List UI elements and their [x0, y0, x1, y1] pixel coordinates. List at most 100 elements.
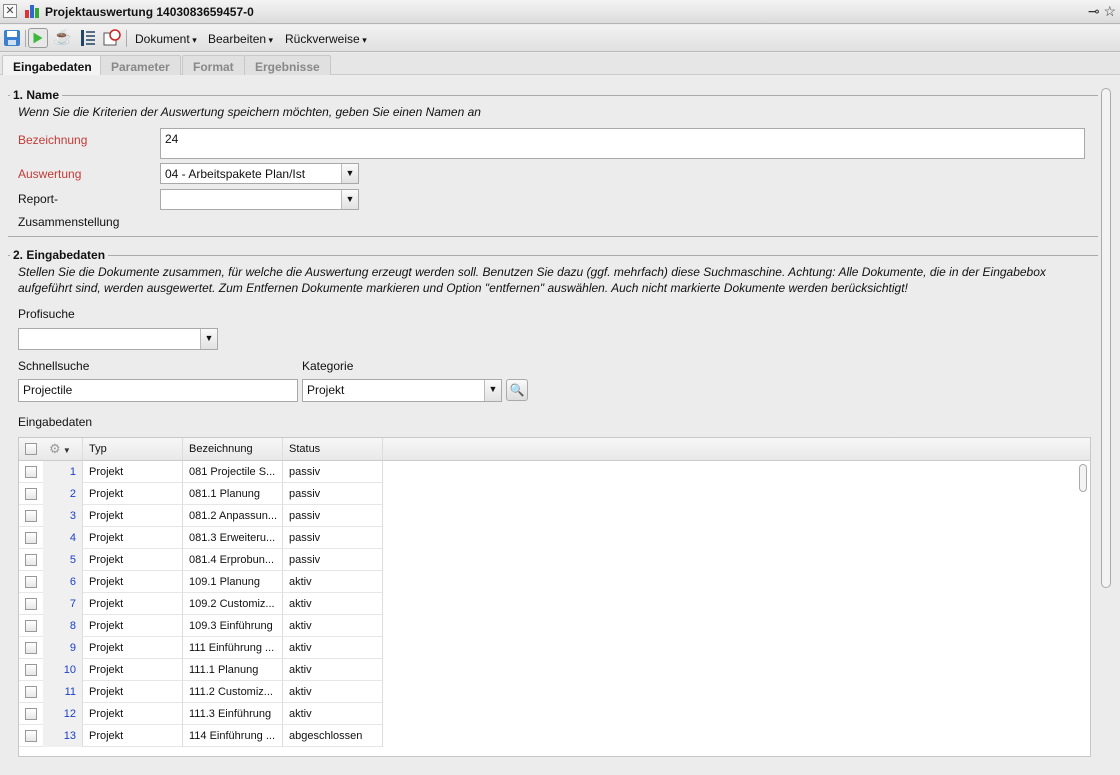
schnellsuche-label: Schnellsuche	[18, 359, 90, 373]
save-icon[interactable]	[2, 28, 22, 48]
profisuche-label: Profisuche	[18, 307, 75, 321]
pin-icon[interactable]: ⊸	[1088, 3, 1100, 19]
row-checkbox[interactable]	[25, 620, 37, 632]
cell-bezeichnung: 081.1 Planung	[183, 483, 283, 505]
cell-bezeichnung: 111.2 Customiz...	[183, 681, 283, 703]
calendar-clock-icon[interactable]	[102, 28, 122, 48]
cell-bezeichnung: 081.3 Erweiteru...	[183, 527, 283, 549]
tab-format[interactable]: Format	[182, 55, 245, 76]
menu-bearbeiten[interactable]: Bearbeiten	[208, 32, 273, 46]
column-typ[interactable]: Typ	[83, 438, 183, 460]
main-scrollbar[interactable]	[1100, 88, 1112, 751]
row-number: 11	[43, 681, 83, 703]
row-checkbox[interactable]	[25, 488, 37, 500]
coffee-icon[interactable]: ☕	[53, 28, 73, 48]
section-name-legend: 1. Name	[10, 88, 63, 102]
row-checkbox[interactable]	[25, 686, 37, 698]
cell-status: aktiv	[283, 681, 383, 703]
row-number: 2	[43, 483, 83, 505]
row-checkbox[interactable]	[25, 708, 37, 720]
row-checkbox[interactable]	[25, 510, 37, 522]
cell-bezeichnung: 109.3 Einführung	[183, 615, 283, 637]
report-select[interactable]: ▼	[160, 189, 359, 210]
cell-typ: Projekt	[83, 527, 183, 549]
cell-status: passiv	[283, 461, 383, 483]
row-checkbox[interactable]	[25, 598, 37, 610]
row-checkbox[interactable]	[25, 730, 37, 742]
cell-typ: Projekt	[83, 703, 183, 725]
table-row[interactable]: 2 Projekt 081.1 Planung passiv	[19, 483, 383, 505]
row-checkbox[interactable]	[25, 576, 37, 588]
tab-bar: Eingabedaten Parameter Format Ergebnisse	[0, 53, 1120, 77]
cell-status: aktiv	[283, 615, 383, 637]
kategorie-label: Kategorie	[302, 359, 354, 373]
menu-dokument[interactable]: Dokument	[135, 32, 197, 46]
row-checkbox[interactable]	[25, 466, 37, 478]
run-icon[interactable]	[28, 28, 48, 48]
kategorie-select[interactable]: Projekt ▼	[302, 379, 502, 402]
row-number: 13	[43, 725, 83, 747]
row-checkbox[interactable]	[25, 532, 37, 544]
window-title: Projektauswertung 1403083659457-0	[45, 5, 254, 19]
tab-parameter[interactable]: Parameter	[100, 55, 181, 76]
cell-typ: Projekt	[83, 725, 183, 747]
close-icon[interactable]: ✕	[3, 4, 17, 18]
list-icon[interactable]	[78, 28, 98, 48]
cell-bezeichnung: 111 Einführung ...	[183, 637, 283, 659]
row-checkbox[interactable]	[25, 554, 37, 566]
table-row[interactable]: 11 Projekt 111.2 Customiz... aktiv	[19, 681, 383, 703]
row-checkbox[interactable]	[25, 642, 37, 654]
grid-label: Eingabedaten	[18, 415, 93, 429]
column-status[interactable]: Status	[283, 438, 383, 460]
table-row[interactable]: 8 Projekt 109.3 Einführung aktiv	[19, 615, 383, 637]
cell-typ: Projekt	[83, 593, 183, 615]
cell-bezeichnung: 081.2 Anpassun...	[183, 505, 283, 527]
row-number: 9	[43, 637, 83, 659]
cell-typ: Projekt	[83, 637, 183, 659]
bezeichnung-input[interactable]: 24	[160, 128, 1085, 159]
row-number: 4	[43, 527, 83, 549]
cell-bezeichnung: 109.2 Customiz...	[183, 593, 283, 615]
row-number: 3	[43, 505, 83, 527]
table-row[interactable]: 5 Projekt 081.4 Erprobun... passiv	[19, 549, 383, 571]
grid-settings-button[interactable]: ⚙ ▼	[43, 438, 83, 460]
star-icon[interactable]: ☆	[1103, 3, 1116, 19]
tab-ergebnisse[interactable]: Ergebnisse	[244, 55, 331, 76]
cell-status: aktiv	[283, 703, 383, 725]
gear-icon: ⚙	[49, 441, 61, 456]
table-row[interactable]: 6 Projekt 109.1 Planung aktiv	[19, 571, 383, 593]
row-number: 5	[43, 549, 83, 571]
table-row[interactable]: 13 Projekt 114 Einführung ... abgeschlos…	[19, 725, 383, 747]
row-number: 7	[43, 593, 83, 615]
row-number: 12	[43, 703, 83, 725]
table-row[interactable]: 7 Projekt 109.2 Customiz... aktiv	[19, 593, 383, 615]
tab-eingabedaten[interactable]: Eingabedaten	[2, 55, 103, 77]
grid-scrollbar[interactable]	[1078, 464, 1088, 754]
auswertung-select[interactable]: 04 - Arbeitspakete Plan/Ist ▼	[160, 163, 359, 184]
table-row[interactable]: 9 Projekt 111 Einführung ... aktiv	[19, 637, 383, 659]
cell-bezeichnung: 109.1 Planung	[183, 571, 283, 593]
column-bezeichnung[interactable]: Bezeichnung	[183, 438, 283, 460]
table-row[interactable]: 12 Projekt 111.3 Einführung aktiv	[19, 703, 383, 725]
cell-bezeichnung: 114 Einführung ...	[183, 725, 283, 747]
row-checkbox[interactable]	[25, 664, 37, 676]
cell-typ: Projekt	[83, 549, 183, 571]
cell-typ: Projekt	[83, 615, 183, 637]
content-area: 1. Name Wenn Sie die Kriterien der Auswe…	[0, 75, 1098, 757]
search-button[interactable]: 🔍	[506, 379, 528, 401]
profisuche-select[interactable]: ▼	[18, 328, 218, 350]
cell-bezeichnung: 081 Projectile S...	[183, 461, 283, 483]
select-all-checkbox[interactable]	[25, 443, 37, 455]
title-bar: ✕ Projektauswertung 1403083659457-0 ⊸ ☆	[0, 0, 1120, 24]
cell-status: passiv	[283, 549, 383, 571]
table-row[interactable]: 1 Projekt 081 Projectile S... passiv	[19, 461, 383, 483]
schnellsuche-input[interactable]: Projectile	[18, 379, 298, 402]
search-icon: 🔍	[509, 383, 525, 397]
menu-rueckverweise[interactable]: Rückverweise	[285, 32, 367, 46]
table-row[interactable]: 4 Projekt 081.3 Erweiteru... passiv	[19, 527, 383, 549]
table-row[interactable]: 10 Projekt 111.1 Planung aktiv	[19, 659, 383, 681]
input-data-grid: ⚙ ▼ Typ Bezeichnung Status 1 Projekt 081…	[18, 437, 1091, 757]
table-row[interactable]: 3 Projekt 081.2 Anpassun... passiv	[19, 505, 383, 527]
bezeichnung-label: Bezeichnung	[18, 133, 88, 147]
chevron-down-icon: ▼	[341, 164, 358, 183]
